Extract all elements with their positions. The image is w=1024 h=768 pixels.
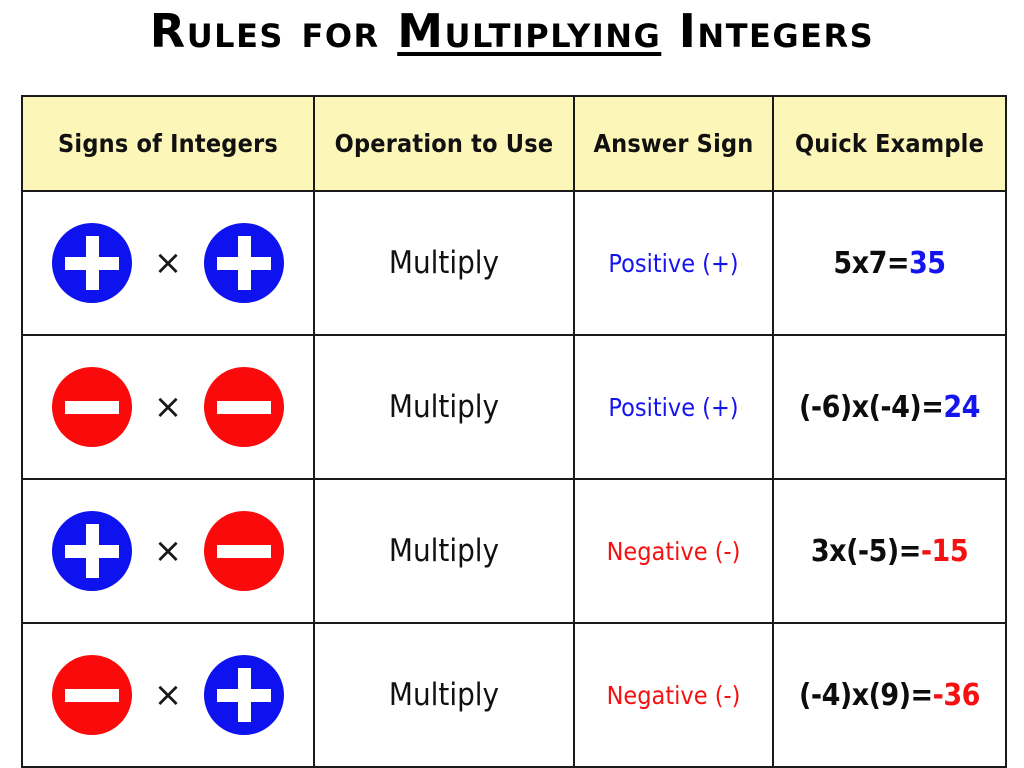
- quick-example-cell: (-6)x(-4)=24: [772, 334, 1007, 480]
- operation-label: Multiply: [388, 245, 500, 281]
- answer-sign-label: Negative (-): [606, 536, 741, 566]
- answer-sign-cell: Negative (-): [573, 478, 774, 624]
- quick-example-cell: 5x7=35: [772, 190, 1007, 336]
- answer-sign-cell: Positive (+): [573, 334, 774, 480]
- operation-cell: Multiply: [313, 334, 575, 480]
- signs-cell: ×: [21, 622, 315, 768]
- multiply-symbol: ×: [153, 387, 183, 427]
- column-header-quick-example: Quick Example: [772, 95, 1007, 192]
- table-body: × Multiply Positive (+) 5x7=35 × Multipl…: [21, 190, 1007, 768]
- plus-circle-icon: [51, 511, 132, 591]
- operation-cell: Multiply: [313, 478, 575, 624]
- sign-pair: ×: [23, 480, 313, 622]
- answer-sign-cell: Negative (-): [573, 622, 774, 768]
- column-header-answer-sign: Answer Sign: [573, 95, 774, 192]
- column-header-answer-sign-label: Answer Sign: [593, 129, 754, 158]
- quick-example: 5x7=35: [833, 245, 946, 281]
- answer-sign-label: Negative (-): [606, 680, 741, 710]
- quick-example: (-6)x(-4)=24: [799, 390, 980, 425]
- quick-example-cell: (-4)x(9)=-36: [772, 622, 1007, 768]
- multiply-symbol: ×: [153, 675, 183, 715]
- sign-pair: ×: [23, 192, 313, 334]
- operation-label: Multiply: [388, 533, 500, 569]
- minus-circle-icon: [51, 367, 132, 447]
- minus-circle-icon: [204, 367, 285, 447]
- example-expression: 5x7=: [833, 245, 909, 281]
- column-header-signs-label: Signs of Integers: [58, 129, 278, 158]
- multiplication-rules-table: Signs of Integers Operation to Use Answe…: [21, 95, 1007, 768]
- example-expression: (-6)x(-4)=: [799, 389, 944, 425]
- operation-cell: Multiply: [313, 622, 575, 768]
- signs-cell: ×: [21, 334, 315, 480]
- quick-example: (-4)x(9)=-36: [799, 678, 980, 713]
- plus-circle-icon: [204, 655, 285, 735]
- minus-circle-icon: [204, 511, 285, 591]
- column-header-operation-label: Operation to Use: [334, 129, 554, 158]
- multiply-symbol: ×: [153, 243, 183, 283]
- title-part-2: Integers: [661, 4, 875, 58]
- poster-root: Rules for Multiplying Integers Signs of …: [0, 0, 1024, 768]
- table-row: × Multiply Negative (-) 3x(-5)=-15: [21, 478, 1007, 624]
- column-header-operation: Operation to Use: [313, 95, 575, 192]
- minus-circle-icon: [51, 655, 132, 735]
- example-result: 24: [943, 389, 980, 425]
- page-title: Rules for Multiplying Integers: [0, 4, 1024, 58]
- answer-sign-cell: Positive (+): [573, 190, 774, 336]
- table-header-row: Signs of Integers Operation to Use Answe…: [21, 95, 1007, 192]
- quick-example: 3x(-5)=-15: [810, 533, 969, 569]
- table-row: × Multiply Positive (+) 5x7=35: [21, 190, 1007, 336]
- operation-label: Multiply: [388, 389, 500, 425]
- answer-sign-label: Positive (+): [608, 392, 739, 422]
- column-header-signs: Signs of Integers: [21, 95, 315, 192]
- sign-pair: ×: [23, 624, 313, 766]
- operation-label: Multiply: [388, 677, 500, 713]
- multiply-symbol: ×: [153, 531, 183, 571]
- quick-example-cell: 3x(-5)=-15: [772, 478, 1007, 624]
- example-result: 35: [909, 245, 946, 281]
- plus-circle-icon: [51, 223, 132, 303]
- example-result: -36: [932, 677, 981, 713]
- plus-circle-icon: [204, 223, 285, 303]
- sign-pair: ×: [23, 336, 313, 478]
- signs-cell: ×: [21, 478, 315, 624]
- title-underlined-word: Multiplying: [397, 4, 662, 58]
- operation-cell: Multiply: [313, 190, 575, 336]
- table-row: × Multiply Negative (-) (-4)x(9)=-36: [21, 622, 1007, 768]
- example-expression: 3x(-5)=: [810, 533, 921, 569]
- example-expression: (-4)x(9)=: [799, 677, 933, 713]
- answer-sign-label: Positive (+): [608, 248, 739, 278]
- example-result: -15: [920, 533, 969, 569]
- signs-cell: ×: [21, 190, 315, 336]
- title-part-1: Rules for: [149, 4, 398, 58]
- table-row: × Multiply Positive (+) (-6)x(-4)=24: [21, 334, 1007, 480]
- column-header-quick-example-label: Quick Example: [794, 129, 985, 158]
